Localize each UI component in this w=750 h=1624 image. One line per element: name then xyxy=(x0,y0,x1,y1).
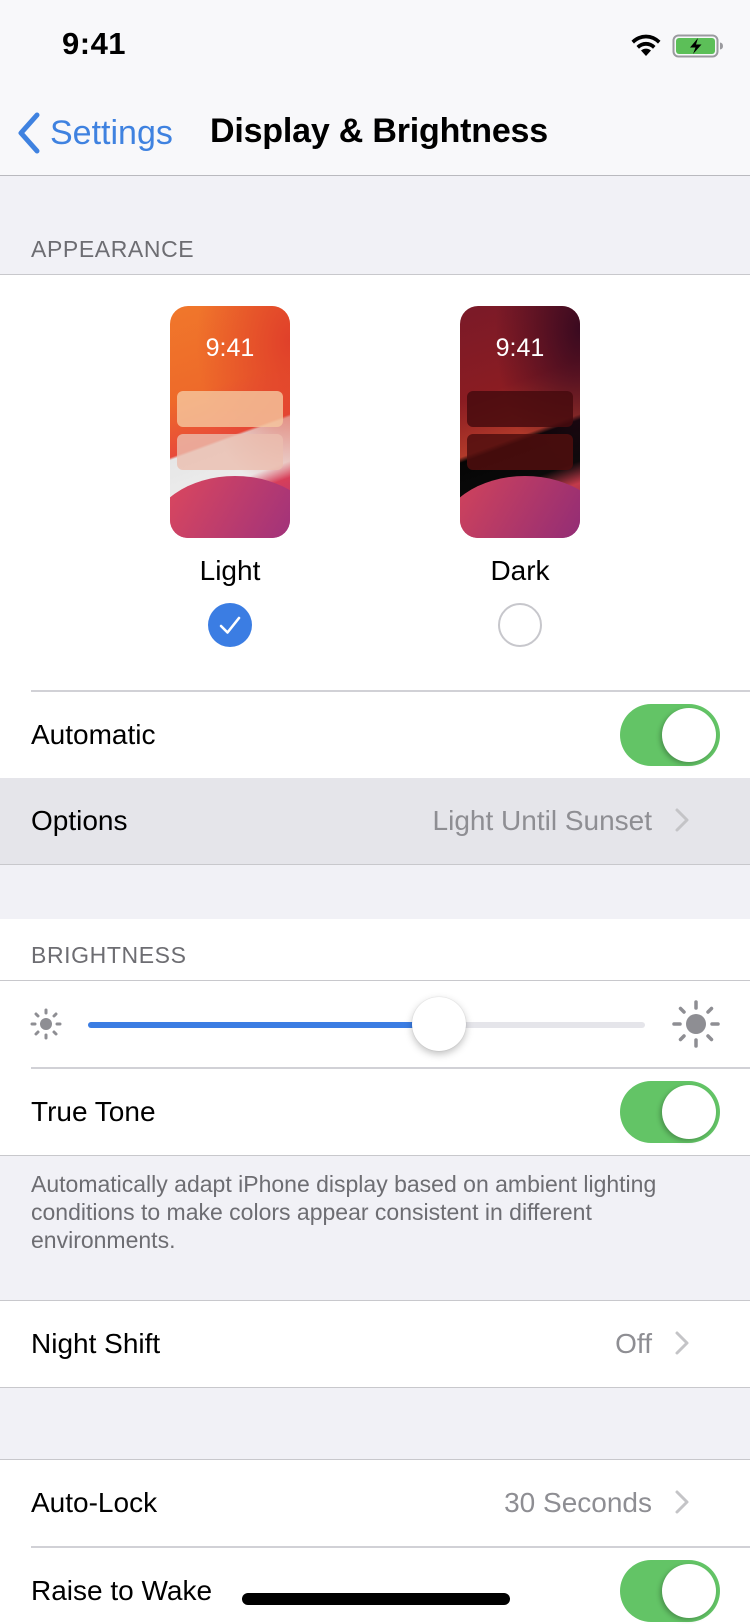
true-tone-label: True Tone xyxy=(31,1096,156,1127)
night-shift-group: Night Shift Off xyxy=(0,1300,750,1388)
options-row[interactable]: Options Light Until Sunset xyxy=(0,778,750,864)
dark-option-label: Dark xyxy=(490,555,550,586)
auto-lock-row[interactable]: Auto-Lock 30 Seconds xyxy=(0,1460,750,1546)
appearance-group: 9:41 9:41 Light Dark Automatic Options L… xyxy=(0,274,750,1052)
automatic-row: Automatic xyxy=(0,692,750,778)
raise-to-wake-label: Raise to Wake xyxy=(31,1575,213,1606)
toggle-knob xyxy=(662,1564,716,1618)
dark-radio[interactable] xyxy=(498,603,542,647)
night-shift-row[interactable]: Night Shift Off xyxy=(0,1301,750,1387)
automatic-label: Automatic xyxy=(31,719,156,750)
light-option-label: Light xyxy=(199,555,261,586)
brightness-slider-fill xyxy=(88,1022,439,1028)
preview-card xyxy=(467,434,573,470)
raise-to-wake-row: Raise to Wake xyxy=(0,1548,750,1624)
wifi-icon xyxy=(631,34,661,56)
toggle-knob xyxy=(662,1085,716,1139)
preview-time: 9:41 xyxy=(495,334,545,362)
section-gap xyxy=(0,865,750,919)
brightness-group: True Tone xyxy=(0,980,750,1156)
chevron-right-icon xyxy=(675,1331,689,1355)
light-mode-preview[interactable]: 9:41 xyxy=(170,306,290,538)
sun-large-icon xyxy=(672,1000,720,1048)
back-button[interactable]: Settings xyxy=(16,108,173,158)
preview-card xyxy=(177,391,283,427)
options-label: Options xyxy=(31,805,128,836)
light-radio-selected[interactable] xyxy=(208,603,252,647)
chevron-right-icon xyxy=(675,808,689,832)
sun-small-icon xyxy=(30,1008,62,1040)
brightness-slider-track[interactable] xyxy=(88,1022,645,1028)
raise-to-wake-toggle[interactable] xyxy=(620,1560,720,1622)
section-header-appearance: APPEARANCE xyxy=(31,236,195,262)
options-value: Light Until Sunset xyxy=(432,805,652,836)
status-time: 9:41 xyxy=(62,26,127,61)
checkmark-icon xyxy=(219,616,241,634)
true-tone-description: Automatically adapt iPhone display based… xyxy=(31,1171,657,1253)
home-indicator[interactable] xyxy=(242,1593,510,1605)
preview-card xyxy=(467,391,573,427)
section-header-brightness: BRIGHTNESS xyxy=(31,942,187,968)
page-title: Display & Brightness xyxy=(210,112,548,150)
brightness-slider-thumb[interactable] xyxy=(411,997,466,1051)
night-shift-label: Night Shift xyxy=(31,1328,161,1359)
dark-mode-preview[interactable]: 9:41 xyxy=(460,306,580,538)
night-shift-value: Off xyxy=(615,1328,652,1359)
back-label: Settings xyxy=(50,113,173,152)
toggle-knob xyxy=(662,708,716,762)
chevron-left-icon xyxy=(18,112,40,154)
preview-card xyxy=(177,434,283,470)
auto-lock-value: 30 Seconds xyxy=(504,1487,652,1518)
chevron-right-icon xyxy=(675,1490,689,1514)
preview-time: 9:41 xyxy=(205,334,255,362)
true-tone-row: True Tone xyxy=(0,1069,750,1155)
battery-charging-icon xyxy=(672,34,723,58)
auto-lock-label: Auto-Lock xyxy=(31,1487,158,1518)
brightness-slider-row xyxy=(0,981,750,1067)
automatic-toggle[interactable] xyxy=(620,704,720,766)
true-tone-toggle[interactable] xyxy=(620,1081,720,1143)
